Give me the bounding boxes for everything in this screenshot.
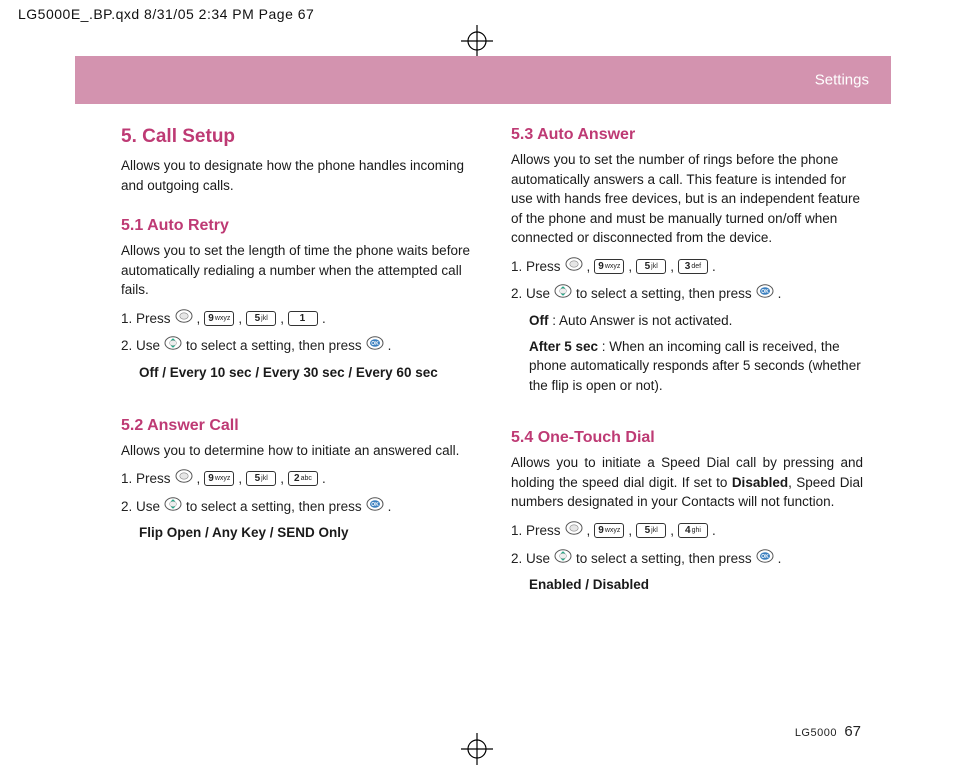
step-text: 2. Use <box>511 548 550 570</box>
key-1: 1 <box>288 311 318 326</box>
key-5: 5jkl <box>636 523 666 538</box>
nav-updown-icon <box>554 283 572 305</box>
key-3: 3def <box>678 259 708 274</box>
step-text: 2. Use <box>511 283 550 305</box>
one-touch-options: Enabled / Disabled <box>511 575 863 595</box>
nav-key-icon <box>175 468 193 490</box>
comma: , <box>238 308 242 330</box>
nav-updown-icon <box>164 496 182 518</box>
answer-call-step2: 2. Use to select a setting, then press . <box>121 496 473 518</box>
right-column: 5.3 Auto Answer Allows you to set the nu… <box>511 126 863 601</box>
comma: , <box>238 468 242 490</box>
period: . <box>388 496 392 518</box>
auto-answer-off: Off : Auto Answer is not activated. <box>511 311 863 331</box>
footer-model: LG5000 <box>795 727 837 739</box>
auto-answer-desc: Allows you to set the number of rings be… <box>511 150 863 248</box>
period: . <box>712 256 716 278</box>
period: . <box>322 468 326 490</box>
manual-page: Settings 5. Call Setup Allows you to des… <box>75 56 891 748</box>
answer-call-step1: 1. Press , 9wxyz , 5jkl , 2abc . <box>121 468 473 490</box>
step-text: to select a setting, then press <box>576 283 752 305</box>
auto-retry-options: Off / Every 10 sec / Every 30 sec / Ever… <box>121 363 473 383</box>
nav-key-icon <box>175 308 193 330</box>
left-column: 5. Call Setup Allows you to designate ho… <box>121 126 473 601</box>
key-2: 2abc <box>288 471 318 486</box>
period: . <box>712 520 716 542</box>
heading-auto-retry: 5.1 Auto Retry <box>121 217 473 235</box>
heading-one-touch-dial: 5.4 One-Touch Dial <box>511 429 863 447</box>
auto-retry-step1: 1. Press , 9wxyz , 5jkl , 1 . <box>121 308 473 330</box>
answer-call-options: Flip Open / Any Key / SEND Only <box>121 523 473 543</box>
key-9: 9wxyz <box>594 523 624 538</box>
ok-key-icon <box>366 335 384 357</box>
auto-retry-desc: Allows you to set the length of time the… <box>121 241 473 300</box>
key-9: 9wxyz <box>204 311 234 326</box>
nav-key-icon <box>565 256 583 278</box>
step-text: to select a setting, then press <box>186 496 362 518</box>
comma: , <box>587 520 591 542</box>
heading-call-setup: 5. Call Setup <box>121 126 473 148</box>
period: . <box>778 548 782 570</box>
desc-bold: Disabled <box>732 475 788 490</box>
key-5: 5jkl <box>246 471 276 486</box>
ok-key-icon <box>756 283 774 305</box>
print-job-header: LG5000E_.BP.qxd 8/31/05 2:34 PM Page 67 <box>18 6 314 22</box>
comma: , <box>197 468 201 490</box>
nav-updown-icon <box>164 335 182 357</box>
step-text: to select a setting, then press <box>576 548 752 570</box>
key-9: 9wxyz <box>594 259 624 274</box>
step-text: 1. Press <box>121 308 171 330</box>
key-5: 5jkl <box>636 259 666 274</box>
footer-page-number: 67 <box>844 723 861 740</box>
answer-call-desc: Allows you to determine how to initiate … <box>121 441 473 461</box>
section-banner: Settings <box>75 56 891 104</box>
call-setup-intro: Allows you to designate how the phone ha… <box>121 156 473 195</box>
step-text: 1. Press <box>511 256 561 278</box>
auto-answer-step1: 1. Press , 9wxyz , 5jkl , 3def . <box>511 256 863 278</box>
key-4: 4ghi <box>678 523 708 538</box>
comma: , <box>197 308 201 330</box>
ok-key-icon <box>366 496 384 518</box>
period: . <box>778 283 782 305</box>
one-touch-step1: 1. Press , 9wxyz , 5jkl , 4ghi . <box>511 520 863 542</box>
heading-auto-answer: 5.3 Auto Answer <box>511 126 863 144</box>
period: . <box>322 308 326 330</box>
one-touch-desc: Allows you to initiate a Speed Dial call… <box>511 453 863 512</box>
period: . <box>388 335 392 357</box>
nav-key-icon <box>565 520 583 542</box>
step-text: 1. Press <box>121 468 171 490</box>
comma: , <box>628 256 632 278</box>
comma: , <box>280 468 284 490</box>
heading-answer-call: 5.2 Answer Call <box>121 417 473 435</box>
comma: , <box>280 308 284 330</box>
banner-label: Settings <box>815 72 869 89</box>
label-after5: After 5 sec <box>529 339 598 354</box>
key-9: 9wxyz <box>204 471 234 486</box>
step-text: 1. Press <box>511 520 561 542</box>
key-5: 5jkl <box>246 311 276 326</box>
step-text: 2. Use <box>121 335 160 357</box>
nav-updown-icon <box>554 548 572 570</box>
comma: , <box>670 520 674 542</box>
auto-answer-step2: 2. Use to select a setting, then press . <box>511 283 863 305</box>
step-text: to select a setting, then press <box>186 335 362 357</box>
one-touch-step2: 2. Use to select a setting, then press . <box>511 548 863 570</box>
step-text: 2. Use <box>121 496 160 518</box>
comma: , <box>670 256 674 278</box>
label-off: Off <box>529 313 549 328</box>
registration-mark-icon <box>460 732 494 771</box>
text-off: : Auto Answer is not activated. <box>549 313 733 328</box>
page-footer: LG5000 67 <box>795 723 861 740</box>
ok-key-icon <box>756 548 774 570</box>
auto-retry-step2: 2. Use to select a setting, then press . <box>121 335 473 357</box>
auto-answer-after5: After 5 sec : When an incoming call is r… <box>511 337 863 396</box>
comma: , <box>628 520 632 542</box>
comma: , <box>587 256 591 278</box>
